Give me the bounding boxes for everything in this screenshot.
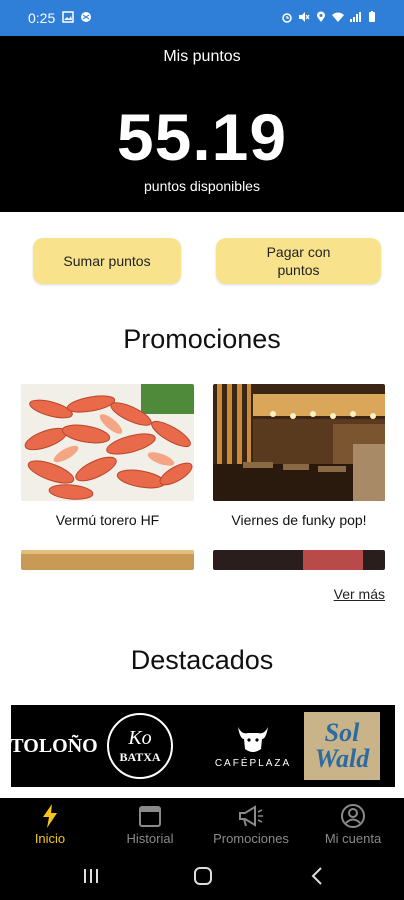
nav-label-mi-cuenta: Mi cuenta	[324, 831, 382, 846]
logo-tolono-text: TOLOÑO	[10, 734, 98, 757]
logo-solwald-line2: Wald	[314, 744, 370, 773]
lightning-icon	[43, 804, 57, 828]
points-label: puntos disponibles	[144, 178, 260, 194]
logo-cafeplaza[interactable]: CAFÉPLAZA	[209, 705, 297, 787]
add-points-label: Sumar puntos	[63, 253, 151, 269]
promotions-title: Promociones	[123, 324, 281, 354]
image-icon	[62, 11, 74, 23]
location-icon	[317, 11, 325, 22]
mute-icon	[299, 12, 310, 22]
promo-caption-1[interactable]: Vermú torero HF	[21, 512, 194, 528]
logo-solwald-line1: Sol	[324, 718, 360, 747]
pay-label-line1: Pagar con	[266, 244, 331, 260]
people-photo-icon	[213, 550, 385, 570]
bull-head-icon	[238, 727, 268, 752]
shrimp-photo-icon	[21, 384, 194, 501]
recent-apps-icon[interactable]	[82, 866, 100, 886]
nav-item-historial[interactable]: Historial	[112, 798, 188, 856]
logo-kobatxa-line2: BATXA	[119, 750, 161, 764]
megaphone-icon	[239, 805, 263, 827]
featured-title: Destacados	[130, 645, 274, 675]
nav-item-promociones[interactable]: Promociones	[206, 798, 296, 856]
calendar-icon	[139, 806, 161, 827]
bottom-nav: Inicio Historial Promociones Mi cuenta	[0, 798, 404, 856]
add-points-button[interactable]: Sumar puntos	[33, 238, 181, 284]
battery-icon	[369, 11, 375, 22]
status-time: 0:25	[28, 10, 56, 26]
see-more-link[interactable]: Ver más	[334, 586, 385, 602]
system-nav-bar	[0, 856, 404, 900]
points-value: 55.19	[116, 100, 288, 174]
back-icon[interactable]	[310, 866, 324, 886]
promo-image-3[interactable]	[21, 550, 194, 570]
featured-logos: TOLOÑO Ko BATXA CAFÉPLAZA Sol Wald	[10, 705, 395, 787]
nav-item-mi-cuenta[interactable]: Mi cuenta	[314, 798, 392, 856]
promo-caption-2[interactable]: Viernes de funky pop!	[213, 512, 385, 528]
logo-tolono[interactable]: TOLOÑO	[10, 705, 98, 787]
pay-with-points-label: Pagar con puntos	[267, 243, 331, 279]
page-title: Mis puntos	[163, 48, 241, 65]
pay-with-points-button[interactable]: Pagar con puntos	[216, 238, 381, 284]
logo-kobatxa[interactable]: Ko BATXA	[105, 705, 175, 787]
nav-item-inicio[interactable]: Inicio	[12, 798, 88, 856]
user-icon	[341, 804, 365, 828]
home-icon[interactable]	[193, 866, 213, 886]
logo-solwald[interactable]: Sol Wald	[303, 705, 381, 787]
pay-label-line2: puntos	[277, 262, 320, 278]
nav-label-inicio: Inicio	[34, 831, 66, 846]
alarm-icon	[282, 13, 292, 23]
nav-label-historial: Historial	[126, 831, 174, 846]
wood-photo-icon	[21, 550, 194, 570]
status-bar: 0:25	[0, 0, 404, 36]
promo-bar-image[interactable]	[213, 384, 385, 501]
signal-icon	[350, 12, 361, 22]
logo-cafeplaza-text: CAFÉPLAZA	[214, 758, 292, 769]
points-header: Mis puntos 55.19 puntos disponibles	[0, 36, 404, 212]
logo-kobatxa-line1: Ko	[128, 727, 152, 749]
bar-interior-photo-icon	[213, 384, 385, 501]
nav-label-promociones: Promociones	[213, 831, 289, 846]
wifi-icon	[332, 12, 344, 22]
promo-shrimp-image[interactable]	[21, 384, 194, 501]
promo-image-4[interactable]	[213, 550, 385, 570]
globe-icon	[81, 12, 91, 22]
